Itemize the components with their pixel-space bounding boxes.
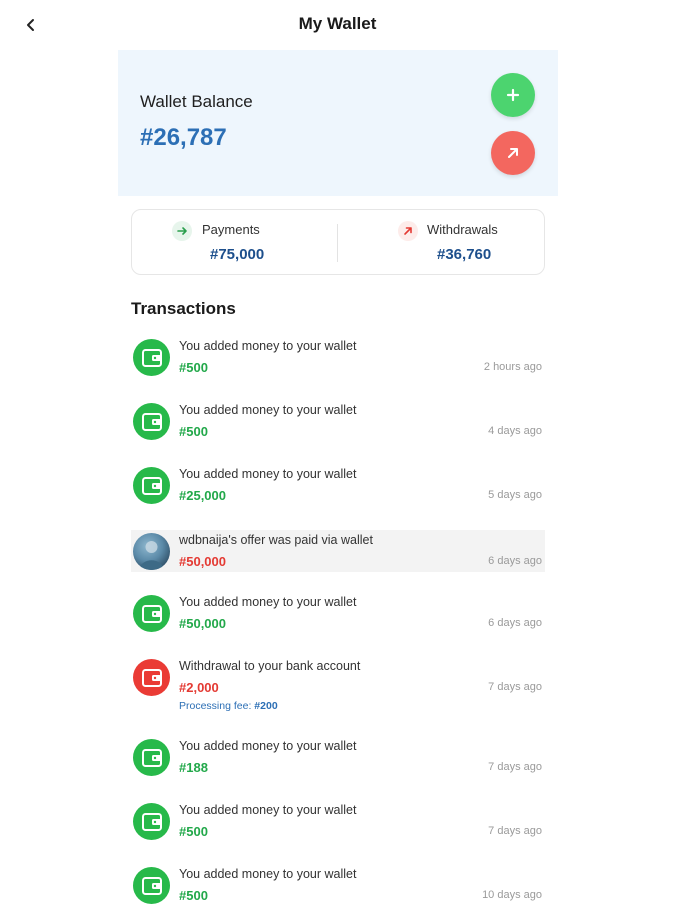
transaction-amount: #50,000: [179, 616, 226, 631]
stats-divider: [337, 224, 338, 262]
transaction-time: 10 days ago: [482, 889, 542, 901]
page-title: My Wallet: [298, 14, 377, 33]
wallet-icon: [133, 403, 170, 440]
wallet-icon: [133, 467, 170, 504]
transaction-description: Withdrawal to your bank account: [179, 659, 361, 673]
transaction-amount: #188: [179, 760, 208, 775]
payments-value: #75,000: [210, 246, 265, 263]
arrow-up-right-icon: [398, 221, 418, 241]
transaction-time: 7 days ago: [488, 681, 542, 693]
transaction-description: You added money to your wallet: [179, 739, 357, 753]
stats-summary-card: Payments #75,000 Withdrawals #36,760: [131, 209, 545, 275]
wallet-icon: [133, 659, 170, 696]
transaction-description: You added money to your wallet: [179, 803, 357, 817]
transaction-amount: #500: [179, 824, 208, 839]
transaction-amount: #500: [179, 424, 208, 439]
transaction-row[interactable]: wdbnaija's offer was paid via wallet #50…: [131, 530, 545, 572]
transaction-time: 5 days ago: [488, 489, 542, 501]
transaction-time: 7 days ago: [488, 825, 542, 837]
processing-fee: Processing fee: #200: [179, 700, 278, 712]
transaction-time: 2 hours ago: [483, 361, 542, 373]
arrow-up-right-icon: [508, 148, 518, 158]
withdraw-button[interactable]: [491, 131, 535, 175]
transaction-time: 4 days ago: [488, 425, 542, 437]
transaction-row[interactable]: You added money to your wallet #500 7 da…: [131, 794, 545, 852]
balance-value: #26,787: [140, 124, 227, 151]
processing-fee-label: Processing fee:: [179, 700, 252, 712]
add-money-button[interactable]: [491, 73, 535, 117]
transactions-title: Transactions: [131, 299, 236, 318]
arrow-right-icon: [172, 221, 192, 241]
transaction-description: You added money to your wallet: [179, 403, 357, 417]
payments-label: Payments: [202, 222, 260, 237]
transaction-time: 7 days ago: [488, 761, 542, 773]
transaction-row[interactable]: You added money to your wallet #500 2 ho…: [131, 330, 545, 388]
user-avatar: [133, 533, 170, 570]
transaction-row[interactable]: You added money to your wallet #500 4 da…: [131, 394, 545, 452]
transaction-description: You added money to your wallet: [179, 339, 357, 353]
transaction-amount: #25,000: [179, 488, 226, 503]
transaction-time: 6 days ago: [488, 617, 542, 629]
transaction-description: You added money to your wallet: [179, 867, 357, 881]
transaction-row[interactable]: You added money to your wallet #500 10 d…: [131, 858, 545, 904]
transaction-row[interactable]: You added money to your wallet #25,000 5…: [131, 458, 545, 516]
wallet-icon: [133, 867, 170, 904]
processing-fee-value: #200: [254, 700, 278, 712]
transaction-amount: #500: [179, 888, 208, 903]
withdrawals-value: #36,760: [437, 246, 492, 263]
wallet-icon: [133, 339, 170, 376]
wallet-icon: [133, 595, 170, 632]
transaction-row[interactable]: You added money to your wallet #50,000 6…: [131, 586, 545, 644]
balance-label: Wallet Balance: [140, 92, 253, 111]
wallet-balance-card: Wallet Balance #26,787: [118, 50, 558, 196]
transaction-description: wdbnaija's offer was paid via wallet: [179, 533, 373, 547]
plus-icon: [506, 88, 520, 102]
transaction-amount: #50,000: [179, 554, 226, 569]
app-header: My Wallet: [0, 0, 675, 50]
wallet-icon: [133, 803, 170, 840]
transaction-description: You added money to your wallet: [179, 595, 357, 609]
transaction-description: You added money to your wallet: [179, 467, 357, 481]
transaction-row[interactable]: Withdrawal to your bank account #2,000 7…: [131, 650, 545, 720]
transaction-amount: #2,000: [179, 680, 219, 695]
withdrawals-label: Withdrawals: [427, 222, 498, 237]
transaction-time: 6 days ago: [488, 555, 542, 567]
transaction-row[interactable]: You added money to your wallet #188 7 da…: [131, 730, 545, 788]
transaction-amount: #500: [179, 360, 208, 375]
wallet-icon: [133, 739, 170, 776]
